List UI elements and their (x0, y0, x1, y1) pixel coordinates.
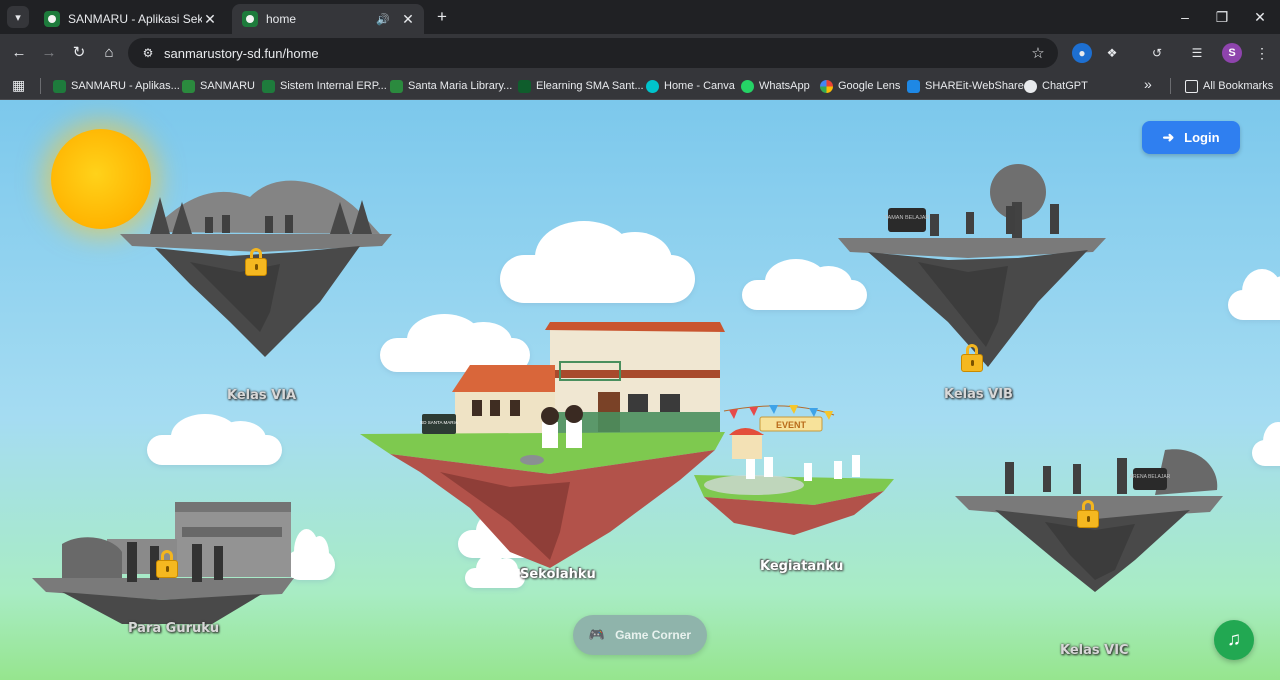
gamepad-icon: 🎮 (588, 627, 606, 642)
canva-icon (646, 79, 659, 93)
lock-icon (245, 248, 267, 276)
extensions-puzzle-icon[interactable]: ❖ (1102, 43, 1122, 63)
island-kelas-vic[interactable]: ARENA BELAJAR (955, 440, 1225, 600)
lock-icon (961, 344, 983, 372)
cloud (147, 414, 282, 465)
island-kelas-vib[interactable]: TAMAN BELAJAR (838, 162, 1108, 377)
google-icon (820, 79, 833, 93)
new-tab-button[interactable]: + (432, 7, 452, 27)
maximize-button[interactable]: ❐ (1210, 6, 1234, 28)
login-button[interactable]: ➜ Login (1142, 121, 1240, 154)
taman-sign-text: TAMAN BELAJAR (885, 215, 930, 221)
shazam-extension-icon[interactable]: ● (1072, 43, 1092, 63)
home-button[interactable]: ⌂ (98, 42, 120, 64)
bookmark-favicon-icon (262, 79, 275, 93)
cloud (1252, 421, 1280, 466)
divider (40, 78, 41, 94)
lock-icon (156, 550, 178, 578)
tab-title: SANMARU - Aplikasi Sekolah Sa (68, 12, 202, 26)
label-kelas-vib[interactable]: Kelas VIB (944, 387, 1013, 402)
island-sekolahku[interactable]: SD SANTA MARIA (360, 322, 730, 575)
label-kelas-vic[interactable]: Kelas VIC (1060, 643, 1129, 658)
close-icon[interactable]: ✕ (400, 11, 416, 28)
reading-list-icon[interactable]: ☰ (1187, 43, 1207, 63)
island-kelas-vib-illustration: TAMAN BELAJAR (838, 164, 1106, 367)
login-arrow-icon: ➜ (1162, 129, 1175, 145)
vic-board-text: ARENA BELAJAR (1130, 474, 1171, 480)
label-kelas-via[interactable]: Kelas VIA (227, 388, 296, 403)
label-sekolahku[interactable]: Sekolahku (520, 567, 596, 582)
bookmark-sistem-erp[interactable]: Sistem Internal ERP... (262, 76, 387, 96)
island-kegiatanku-illustration: EVENT (694, 405, 894, 535)
bookmark-sanmaru-aplikasi[interactable]: SANMARU - Aplikas... (53, 76, 180, 96)
bookmarks-bar: ▦ SANMARU - Aplikas... SANMARU Sistem In… (0, 72, 1280, 100)
minimize-button[interactable]: – (1173, 6, 1197, 28)
music-toggle-button[interactable]: ♫ (1214, 620, 1254, 660)
chatgpt-icon (1024, 79, 1037, 93)
menu-kebab-icon[interactable]: ⋮ (1252, 43, 1272, 63)
reload-button[interactable]: ↻ (68, 42, 90, 64)
folder-icon (1185, 79, 1198, 93)
bookmark-star-icon[interactable]: ☆ (1026, 44, 1050, 62)
url-text[interactable]: sanmarustory-sd.fun/home (164, 46, 1026, 61)
lock-icon (1077, 500, 1099, 528)
speaker-icon[interactable]: 🔊 (376, 13, 390, 26)
island-para-guruku[interactable] (32, 502, 297, 632)
address-bar[interactable]: ⚙ sanmarustory-sd.fun/home ☆ (128, 38, 1058, 68)
close-icon[interactable]: ✕ (202, 11, 218, 28)
forward-button[interactable]: → (38, 42, 60, 64)
history-icon[interactable]: ↺ (1147, 43, 1167, 63)
browser-toolbar: ← → ↻ ⌂ ⚙ sanmarustory-sd.fun/home ☆ ● ❖… (0, 34, 1280, 72)
tab-home[interactable]: home 🔊 ✕ (232, 4, 424, 34)
label-para-guruku[interactable]: Para Guruku (128, 621, 219, 636)
bookmark-favicon-icon (518, 79, 531, 93)
divider (1170, 78, 1171, 94)
tab-search-button[interactable]: ▾ (7, 6, 29, 28)
island-kegiatanku[interactable]: EVENT (694, 405, 899, 542)
site-info-icon[interactable]: ⚙ (136, 46, 160, 60)
whatsapp-icon (741, 79, 754, 93)
bookmark-favicon-icon (53, 79, 66, 93)
bookmark-elearning[interactable]: Elearning SMA Sant... (518, 76, 644, 96)
bookmark-favicon-icon (182, 79, 195, 93)
cloud (1228, 269, 1280, 320)
bookmark-canva[interactable]: Home - Canva (646, 76, 735, 96)
game-corner-button[interactable]: 🎮 Game Corner (573, 615, 707, 655)
back-button[interactable]: ← (8, 42, 30, 64)
school-sign-text: SD SANTA MARIA (420, 420, 457, 425)
sanmaru-favicon-icon (44, 11, 60, 27)
event-banner-text: EVENT (776, 420, 807, 430)
cloud (500, 221, 695, 303)
profile-avatar[interactable]: S (1222, 43, 1242, 63)
bookmark-whatsapp[interactable]: WhatsApp (741, 76, 810, 96)
all-bookmarks[interactable]: All Bookmarks (1185, 76, 1273, 96)
tab-strip: ▾ SANMARU - Aplikasi Sekolah Sa ✕ home 🔊… (0, 0, 1280, 34)
label-kegiatanku[interactable]: Kegiatanku (760, 559, 843, 574)
apps-grid-icon[interactable]: ▦ (12, 77, 28, 93)
tab-title: home (266, 12, 297, 26)
bookmark-santa-maria-library[interactable]: Santa Maria Library... (390, 76, 512, 96)
sanmaru-favicon-icon (242, 11, 258, 27)
bookmark-shareit[interactable]: SHAREit-WebShare (907, 76, 1024, 96)
tab-sanmaru[interactable]: SANMARU - Aplikasi Sekolah Sa ✕ (34, 4, 226, 34)
bookmark-sanmaru[interactable]: SANMARU (182, 76, 255, 96)
bookmark-chatgpt[interactable]: ChatGPT (1024, 76, 1088, 96)
more-bookmarks-icon[interactable]: » (1144, 76, 1152, 92)
island-sekolahku-illustration: SD SANTA MARIA (360, 322, 725, 568)
bookmark-favicon-icon (390, 79, 403, 93)
close-window-button[interactable]: ✕ (1248, 6, 1272, 28)
bookmark-google-lens[interactable]: Google Lens (820, 76, 900, 96)
shareit-icon (907, 79, 920, 93)
music-note-icon: ♫ (1226, 629, 1242, 650)
island-kelas-via[interactable] (120, 172, 395, 367)
page-scene: Kelas VIA TAMAN BELAJAR Kelas VIB Para G… (0, 100, 1280, 680)
